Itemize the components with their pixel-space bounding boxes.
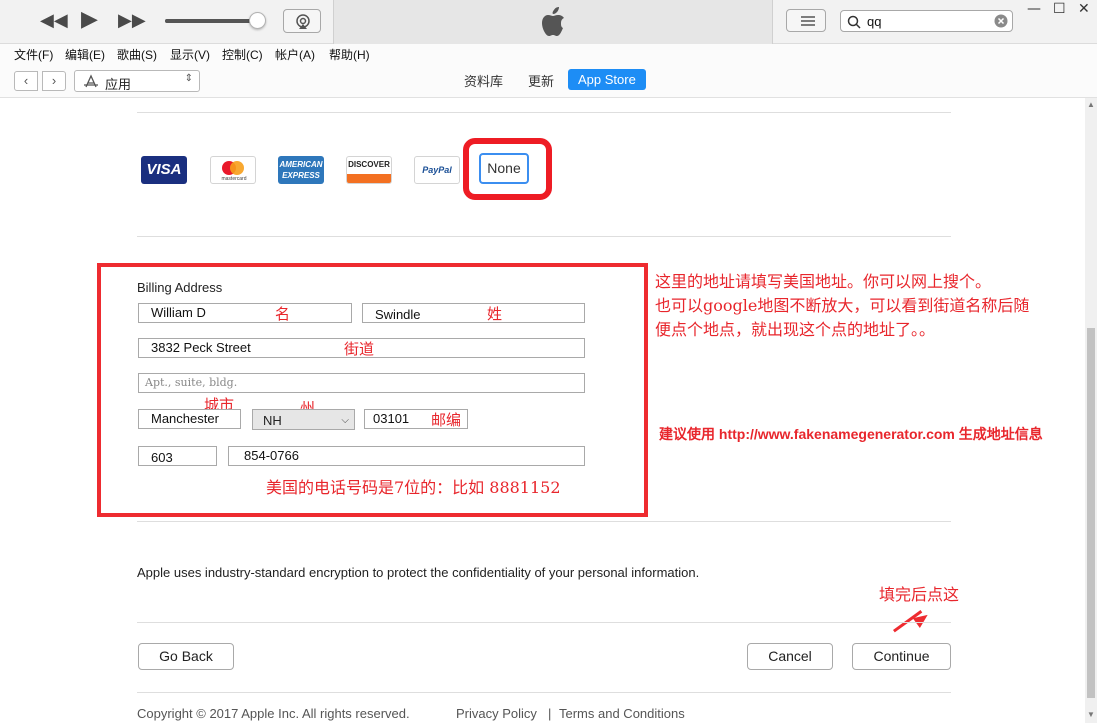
last-name-annotation: 姓 xyxy=(487,305,503,323)
tab-updates[interactable]: 更新 xyxy=(528,71,554,90)
site-note: 建议使用 http://www.fakenamegenerator.com 生成… xyxy=(659,426,1043,442)
menu-controls[interactable]: 控制(C) xyxy=(222,46,263,63)
divider xyxy=(137,692,951,693)
scroll-thumb[interactable] xyxy=(1087,328,1095,698)
city-field[interactable]: Manchester xyxy=(138,409,241,429)
up-next-button[interactable] xyxy=(786,9,826,32)
updown-icon: ⇕ xyxy=(184,73,193,84)
go-back-button[interactable]: Go Back xyxy=(138,643,234,670)
airplay-icon xyxy=(296,14,310,29)
scroll-up-icon[interactable]: ▲ xyxy=(1085,100,1097,109)
divider xyxy=(137,622,951,623)
street-annotation: 街道 xyxy=(344,340,375,358)
discover-label: DISCOVER xyxy=(348,160,390,169)
apt-field[interactable]: Apt., suite, bldg. xyxy=(138,373,585,393)
divider xyxy=(137,521,951,522)
cancel-button[interactable]: Cancel xyxy=(747,643,833,670)
chevron-right-icon: › xyxy=(51,73,57,88)
close-icon[interactable]: ✕ xyxy=(1078,1,1090,17)
mastercard-card-option[interactable]: mastercard xyxy=(210,156,256,184)
state-value: NH xyxy=(263,413,282,428)
search-icon xyxy=(847,15,861,29)
search-input[interactable]: qq xyxy=(867,14,881,29)
media-kind-select[interactable]: 应用 ⇕ xyxy=(74,70,200,92)
title-bar: ◀◀ ▶ ▶▶ qq — ☐ ✕ xyxy=(0,0,1097,44)
forward-nav-button[interactable]: › xyxy=(42,71,66,91)
apple-logo-icon xyxy=(542,7,564,36)
fast-forward-icon[interactable]: ▶▶ xyxy=(118,12,146,30)
encryption-notice: Apple uses industry-standard encryption … xyxy=(137,565,700,580)
apps-icon xyxy=(84,74,98,88)
last-name-field[interactable]: Swindle xyxy=(362,303,585,323)
media-kind-label: 应用 xyxy=(105,77,132,92)
tab-app-store[interactable]: App Store xyxy=(568,69,646,90)
continue-annotation: 填完后点这 xyxy=(879,585,960,604)
menu-file[interactable]: 文件(F) xyxy=(14,46,53,63)
visa-card-option[interactable]: VISA xyxy=(141,156,187,184)
airplay-button[interactable] xyxy=(283,9,321,33)
billing-address-title: Billing Address xyxy=(137,280,223,295)
discover-stripe xyxy=(347,174,391,183)
scroll-down-icon[interactable]: ▼ xyxy=(1085,710,1097,719)
play-icon[interactable]: ▶ xyxy=(81,9,98,31)
paypal-card-option[interactable]: PayPal xyxy=(414,156,460,184)
volume-knob[interactable] xyxy=(249,12,266,29)
tab-library[interactable]: 资料库 xyxy=(464,71,503,90)
continue-button[interactable]: Continue xyxy=(852,643,951,670)
menu-edit[interactable]: 编辑(E) xyxy=(65,46,105,63)
chevron-left-icon: ‹ xyxy=(23,73,29,88)
minimize-icon[interactable]: — xyxy=(1027,1,1041,17)
maximize-icon[interactable]: ☐ xyxy=(1053,1,1066,17)
privacy-policy-link[interactable]: Privacy Policy xyxy=(456,706,537,721)
address-note-line3: 便点个地点，就出现这个点的地址了。。 xyxy=(655,320,936,339)
address-note-line1: 这里的地址请填写美国地址。你可以网上搜个。 xyxy=(655,272,992,291)
copyright-text: Copyright © 2017 Apple Inc. All rights r… xyxy=(137,706,410,721)
menu-view[interactable]: 显示(V) xyxy=(170,46,210,63)
lcd-panel xyxy=(333,0,773,44)
volume-slider[interactable] xyxy=(165,12,266,29)
menu-help[interactable]: 帮助(H) xyxy=(329,46,370,63)
menu-account[interactable]: 帐户(A) xyxy=(275,46,315,63)
volume-fill xyxy=(165,19,251,23)
mastercard-orange-circle xyxy=(230,161,244,175)
amex-card-option[interactable]: AMERICAN EXPRESS xyxy=(278,156,324,184)
list-icon xyxy=(801,16,815,26)
divider xyxy=(137,236,951,237)
area-code-field[interactable]: 603 xyxy=(138,446,217,466)
phone-annotation: 美国的电话号码是7位的：比如 8881152 xyxy=(266,478,561,497)
menu-bar: 文件(F) 编辑(E) 歌曲(S) 显示(V) 控制(C) 帐户(A) 帮助(H… xyxy=(0,44,1097,64)
vertical-scrollbar[interactable]: ▲ ▼ xyxy=(1085,98,1097,723)
mastercard-label: mastercard xyxy=(221,176,247,182)
menu-song[interactable]: 歌曲(S) xyxy=(117,46,157,63)
back-nav-button[interactable]: ‹ xyxy=(14,71,38,91)
clear-search-icon[interactable] xyxy=(994,14,1008,28)
first-name-field[interactable]: William D xyxy=(138,303,352,323)
search-field[interactable]: qq xyxy=(840,10,1013,32)
rewind-icon[interactable]: ◀◀ xyxy=(40,12,68,30)
chevron-down-icon: ⌵ xyxy=(341,415,349,426)
terms-link[interactable]: Terms and Conditions xyxy=(559,706,685,721)
none-highlight-box xyxy=(463,138,552,200)
nav-bar: ‹ › 应用 ⇕ 资料库 更新 App Store xyxy=(0,64,1097,98)
state-select[interactable]: NH ⌵ xyxy=(252,409,355,430)
discover-card-option[interactable]: DISCOVER xyxy=(346,156,392,184)
zip-annotation: 邮编 xyxy=(431,411,462,429)
first-name-annotation: 名 xyxy=(275,305,291,323)
address-note-line2: 也可以google地图不断放大，可以看到街道名称后随 xyxy=(655,296,1030,315)
phone-field[interactable]: 854-0766 xyxy=(228,446,585,466)
footer-separator: | xyxy=(548,706,552,721)
divider xyxy=(137,112,951,113)
